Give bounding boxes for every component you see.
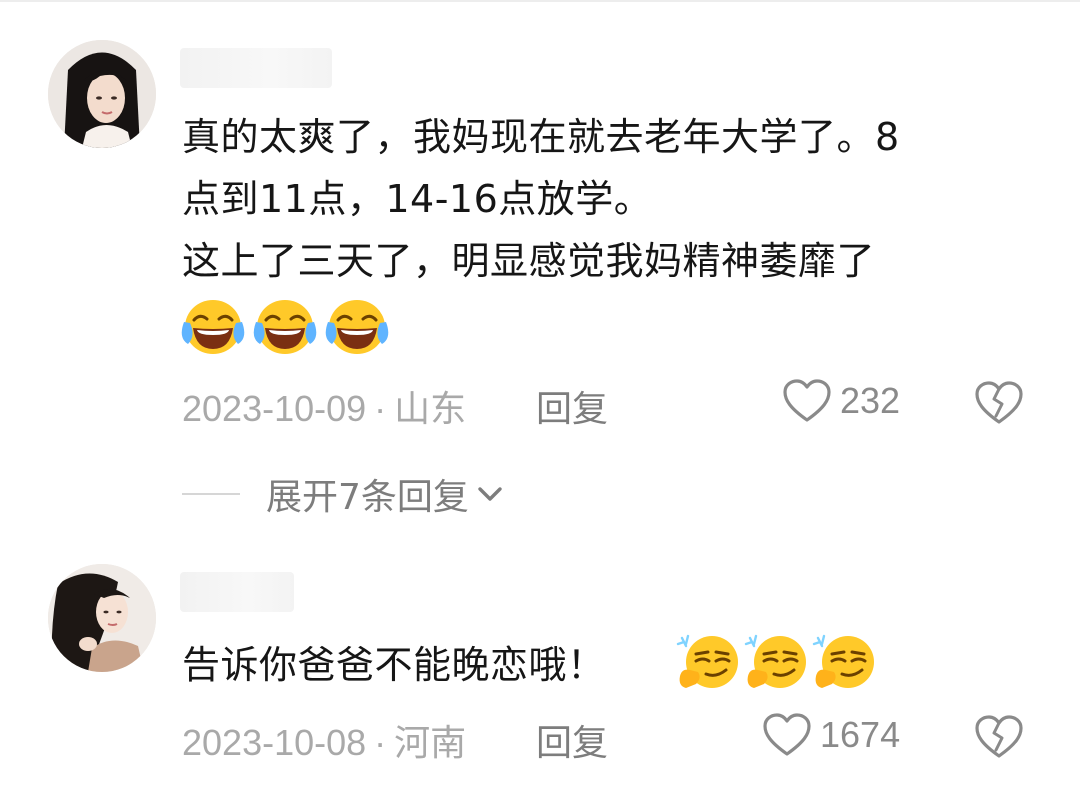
comment-item: 告诉你爸爸不能晚恋哦！ 2023-10-08 · 河南 回复 1674 bbox=[0, 540, 1080, 788]
chevron-down-icon bbox=[478, 487, 502, 501]
username-redacted[interactable] bbox=[180, 48, 332, 88]
dislike-button[interactable] bbox=[974, 380, 1024, 430]
comment-line: 这上了三天了，明显感觉我妈精神萎靡了 bbox=[182, 239, 876, 283]
like-count: 1674 bbox=[820, 714, 901, 755]
broken-heart-icon bbox=[975, 715, 1023, 758]
expand-replies-label: 展开7条回复 bbox=[266, 477, 469, 518]
smug-emoji bbox=[676, 634, 738, 688]
comment-date: 2023-10-09 bbox=[182, 388, 367, 429]
comment-item: 真的太爽了，我妈现在就去老年大学了。8 点到11点，14-16点放学。 这上了三… bbox=[0, 0, 1080, 450]
emoji-row bbox=[180, 296, 390, 358]
comment-line: 真的太爽了，我妈现在就去老年大学了。8 bbox=[182, 115, 900, 159]
comment-location: 山东 bbox=[394, 388, 467, 429]
comment-location: 河南 bbox=[394, 722, 467, 763]
heart-outline-icon bbox=[763, 713, 811, 756]
broken-heart-icon bbox=[975, 381, 1023, 424]
laugh-cry-emoji bbox=[325, 300, 389, 354]
heart-outline-icon bbox=[783, 379, 831, 422]
smug-emoji bbox=[744, 634, 806, 688]
avatar[interactable] bbox=[48, 40, 156, 148]
like-button[interactable]: 232 bbox=[782, 378, 900, 424]
like-count: 232 bbox=[840, 380, 901, 421]
username-redacted[interactable] bbox=[180, 572, 294, 612]
emoji-row bbox=[676, 632, 878, 694]
expand-divider bbox=[182, 493, 240, 495]
reply-button[interactable]: 回复 bbox=[536, 714, 608, 766]
dislike-button[interactable] bbox=[974, 714, 1024, 764]
comment-line: 点到11点，14-16点放学。 bbox=[182, 177, 653, 221]
like-button[interactable]: 1674 bbox=[762, 712, 900, 758]
comment-text: 告诉你爸爸不能晚恋哦！ bbox=[182, 634, 1042, 696]
laugh-cry-emoji bbox=[253, 300, 317, 354]
comment-line: 告诉你爸爸不能晚恋哦！ bbox=[182, 643, 606, 687]
meta-separator: · bbox=[374, 722, 387, 763]
avatar[interactable] bbox=[48, 564, 156, 672]
comment-text: 真的太爽了，我妈现在就去老年大学了。8 点到11点，14-16点放学。 这上了三… bbox=[182, 106, 1042, 292]
reply-button[interactable]: 回复 bbox=[536, 380, 608, 432]
comment-date: 2023-10-08 bbox=[182, 722, 367, 763]
comment-meta: 2023-10-09 · 山东 bbox=[182, 380, 466, 432]
laugh-cry-emoji bbox=[181, 300, 245, 354]
smug-emoji bbox=[812, 634, 874, 688]
expand-replies-button[interactable]: 展开7条回复 bbox=[182, 468, 505, 520]
comment-meta: 2023-10-08 · 河南 bbox=[182, 714, 466, 766]
meta-separator: · bbox=[374, 388, 387, 429]
